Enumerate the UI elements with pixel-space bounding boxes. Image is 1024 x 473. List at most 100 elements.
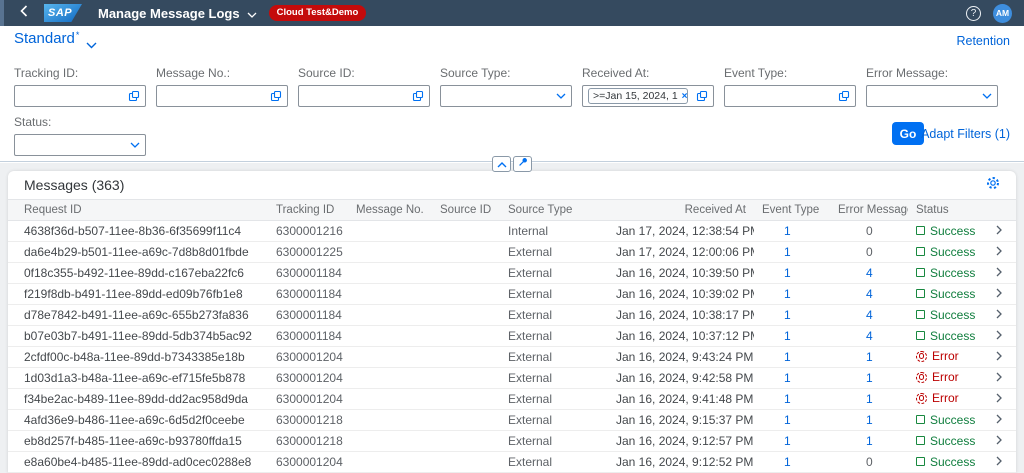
app-title-menu[interactable]: Manage Message Logs [98, 6, 257, 21]
event-type-link[interactable]: 1 [784, 308, 791, 322]
event-type-link[interactable]: 1 [784, 329, 791, 343]
cell-error_message: 4 [830, 329, 908, 343]
error-message-link[interactable]: 1 [866, 392, 873, 406]
status-select[interactable] [14, 134, 146, 156]
filter-token[interactable]: >=Jan 15, 2024, 1 × [588, 88, 688, 104]
help-icon[interactable]: ? [966, 5, 981, 21]
error-message-link[interactable]: 4 [866, 308, 873, 322]
value-help-icon[interactable] [270, 90, 282, 102]
filter-input[interactable] [440, 85, 572, 107]
go-button[interactable]: Go [892, 122, 924, 145]
column-header-source_id[interactable]: Source ID [440, 204, 508, 216]
cell-error_message: 1 [830, 371, 908, 385]
row-chevron-icon[interactable] [980, 308, 1016, 322]
table-settings-button[interactable] [986, 176, 1000, 195]
status-text: Error [932, 370, 959, 385]
error-message-link[interactable]: 1 [866, 350, 873, 364]
value-help-icon[interactable] [128, 90, 140, 102]
row-chevron-icon[interactable] [980, 350, 1016, 364]
table-toolbar: Messages (363) [8, 171, 1016, 199]
event-type-link[interactable]: 1 [784, 455, 791, 469]
row-chevron-icon[interactable] [980, 455, 1016, 469]
event-type-link[interactable]: 1 [784, 350, 791, 364]
row-chevron-icon[interactable] [980, 287, 1016, 301]
success-icon [916, 331, 925, 341]
row-chevron-icon[interactable] [980, 392, 1016, 406]
table-row[interactable]: da6e4b29-b501-11ee-a69c-7d8b8d01fbde 6300… [8, 242, 1016, 263]
retention-link[interactable]: Retention [956, 34, 1010, 48]
cell-request_id: 2cfdf00c-b48a-11ee-89dd-b7343385e18b [24, 350, 245, 364]
filter-input[interactable] [298, 85, 430, 107]
row-chevron-icon[interactable] [980, 329, 1016, 343]
row-chevron-icon[interactable] [980, 266, 1016, 280]
back-button[interactable] [20, 4, 28, 22]
success-icon [916, 247, 925, 257]
variant-selector[interactable]: Standard * [14, 30, 97, 53]
column-header-message_no[interactable]: Message No. [356, 204, 440, 216]
success-icon [916, 268, 925, 278]
pin-filter-button[interactable] [513, 156, 532, 172]
row-chevron-icon[interactable] [980, 245, 1016, 259]
column-header-status[interactable]: Status [908, 204, 980, 216]
column-header-event_type[interactable]: Event Type [754, 204, 830, 216]
cell-request_id: da6e4b29-b501-11ee-a69c-7d8b8d01fbde [24, 245, 249, 259]
error-message-link[interactable]: 1 [866, 371, 873, 385]
column-header-error_message[interactable]: Error Message [830, 204, 908, 216]
cell-received_at: Jan 16, 2024, 9:41:48 PM [616, 392, 754, 406]
filter-input[interactable]: >=Jan 15, 2024, 1 × [582, 85, 714, 107]
column-header-source_type[interactable]: Source Type [508, 204, 616, 216]
cell-event_type: 1 [754, 413, 830, 427]
value-help-icon[interactable] [838, 90, 850, 102]
error-message-link[interactable]: 4 [866, 266, 873, 280]
table-row[interactable]: eb8d257f-b485-11ee-a69c-b93780ffda15 6300… [8, 431, 1016, 452]
table-row[interactable]: 1d03d1a3-b48a-11ee-a69c-ef715fe5b878 6300… [8, 368, 1016, 389]
table-row[interactable]: 0f18c355-b492-11ee-89dd-c167eba22fc6 6300… [8, 263, 1016, 284]
filter-input[interactable] [14, 85, 146, 107]
adapt-filters-link[interactable]: Adapt Filters (1) [921, 127, 1010, 141]
event-type-link[interactable]: 1 [784, 413, 791, 427]
table-row[interactable]: 2cfdf00c-b48a-11ee-89dd-b7343385e18b 6300… [8, 347, 1016, 368]
column-header-received_at[interactable]: Received At [616, 204, 754, 216]
table-row[interactable]: b07e03b7-b491-11ee-89dd-5db374b5ac92 6300… [8, 326, 1016, 347]
table-row[interactable]: d78e7842-b491-11ee-a69c-655b273fa836 6300… [8, 305, 1016, 326]
cell-status: Success [908, 287, 980, 302]
event-type-link[interactable]: 1 [784, 266, 791, 280]
table-row[interactable]: f34be2ac-b489-11ee-89dd-dd2ac958d9da 6300… [8, 389, 1016, 410]
table-row[interactable]: 4afd36e9-b486-11ee-a69c-6d5d2f0ceebe 6300… [8, 410, 1016, 431]
status-text: Success [930, 328, 976, 343]
cell-request_id: 4638f36d-b507-11ee-8b36-6f35699f11c4 [24, 224, 242, 238]
row-chevron-icon[interactable] [980, 224, 1016, 238]
value-help-icon[interactable] [412, 90, 424, 102]
cell-received_at: Jan 17, 2024, 12:00:06 PM [616, 245, 754, 259]
event-type-link[interactable]: 1 [784, 371, 791, 385]
event-type-link[interactable]: 1 [784, 287, 791, 301]
row-chevron-icon[interactable] [980, 371, 1016, 385]
event-type-link[interactable]: 1 [784, 224, 791, 238]
avatar[interactable]: AM [993, 3, 1012, 23]
error-message-link[interactable]: 1 [866, 413, 873, 427]
event-type-link[interactable]: 1 [784, 245, 791, 259]
filter-input[interactable] [866, 85, 998, 107]
error-message-link[interactable]: 1 [866, 434, 873, 448]
value-help-icon[interactable] [696, 90, 708, 102]
table-row[interactable]: f219f8db-b491-11ee-89dd-ed09b76fb1e8 6300… [8, 284, 1016, 305]
cell-tracking_id: 6300001218 [276, 413, 343, 427]
sap-logo-text: SAP [48, 7, 73, 19]
messages-table-card: Messages (363) Request ID Tracking ID Mess… [8, 171, 1016, 473]
table-body: 4638f36d-b507-11ee-8b36-6f35699f11c4 6300… [8, 221, 1016, 473]
table-row[interactable]: 4638f36d-b507-11ee-8b36-6f35699f11c4 6300… [8, 221, 1016, 242]
filter-input[interactable] [724, 85, 856, 107]
table-row[interactable]: e8a60be4-b485-11ee-89dd-ad0cec0288e8 6300… [8, 452, 1016, 473]
cell-error_message: 1 [830, 413, 908, 427]
token-remove-icon[interactable]: × [682, 91, 687, 102]
row-chevron-icon[interactable] [980, 413, 1016, 427]
event-type-link[interactable]: 1 [784, 434, 791, 448]
column-header-tracking_id[interactable]: Tracking ID [276, 204, 356, 216]
column-header-request_id[interactable]: Request ID [8, 204, 276, 216]
error-message-link[interactable]: 4 [866, 287, 873, 301]
error-message-link[interactable]: 4 [866, 329, 873, 343]
filter-input[interactable] [156, 85, 288, 107]
row-chevron-icon[interactable] [980, 434, 1016, 448]
collapse-filter-button[interactable] [492, 156, 511, 172]
event-type-link[interactable]: 1 [784, 392, 791, 406]
